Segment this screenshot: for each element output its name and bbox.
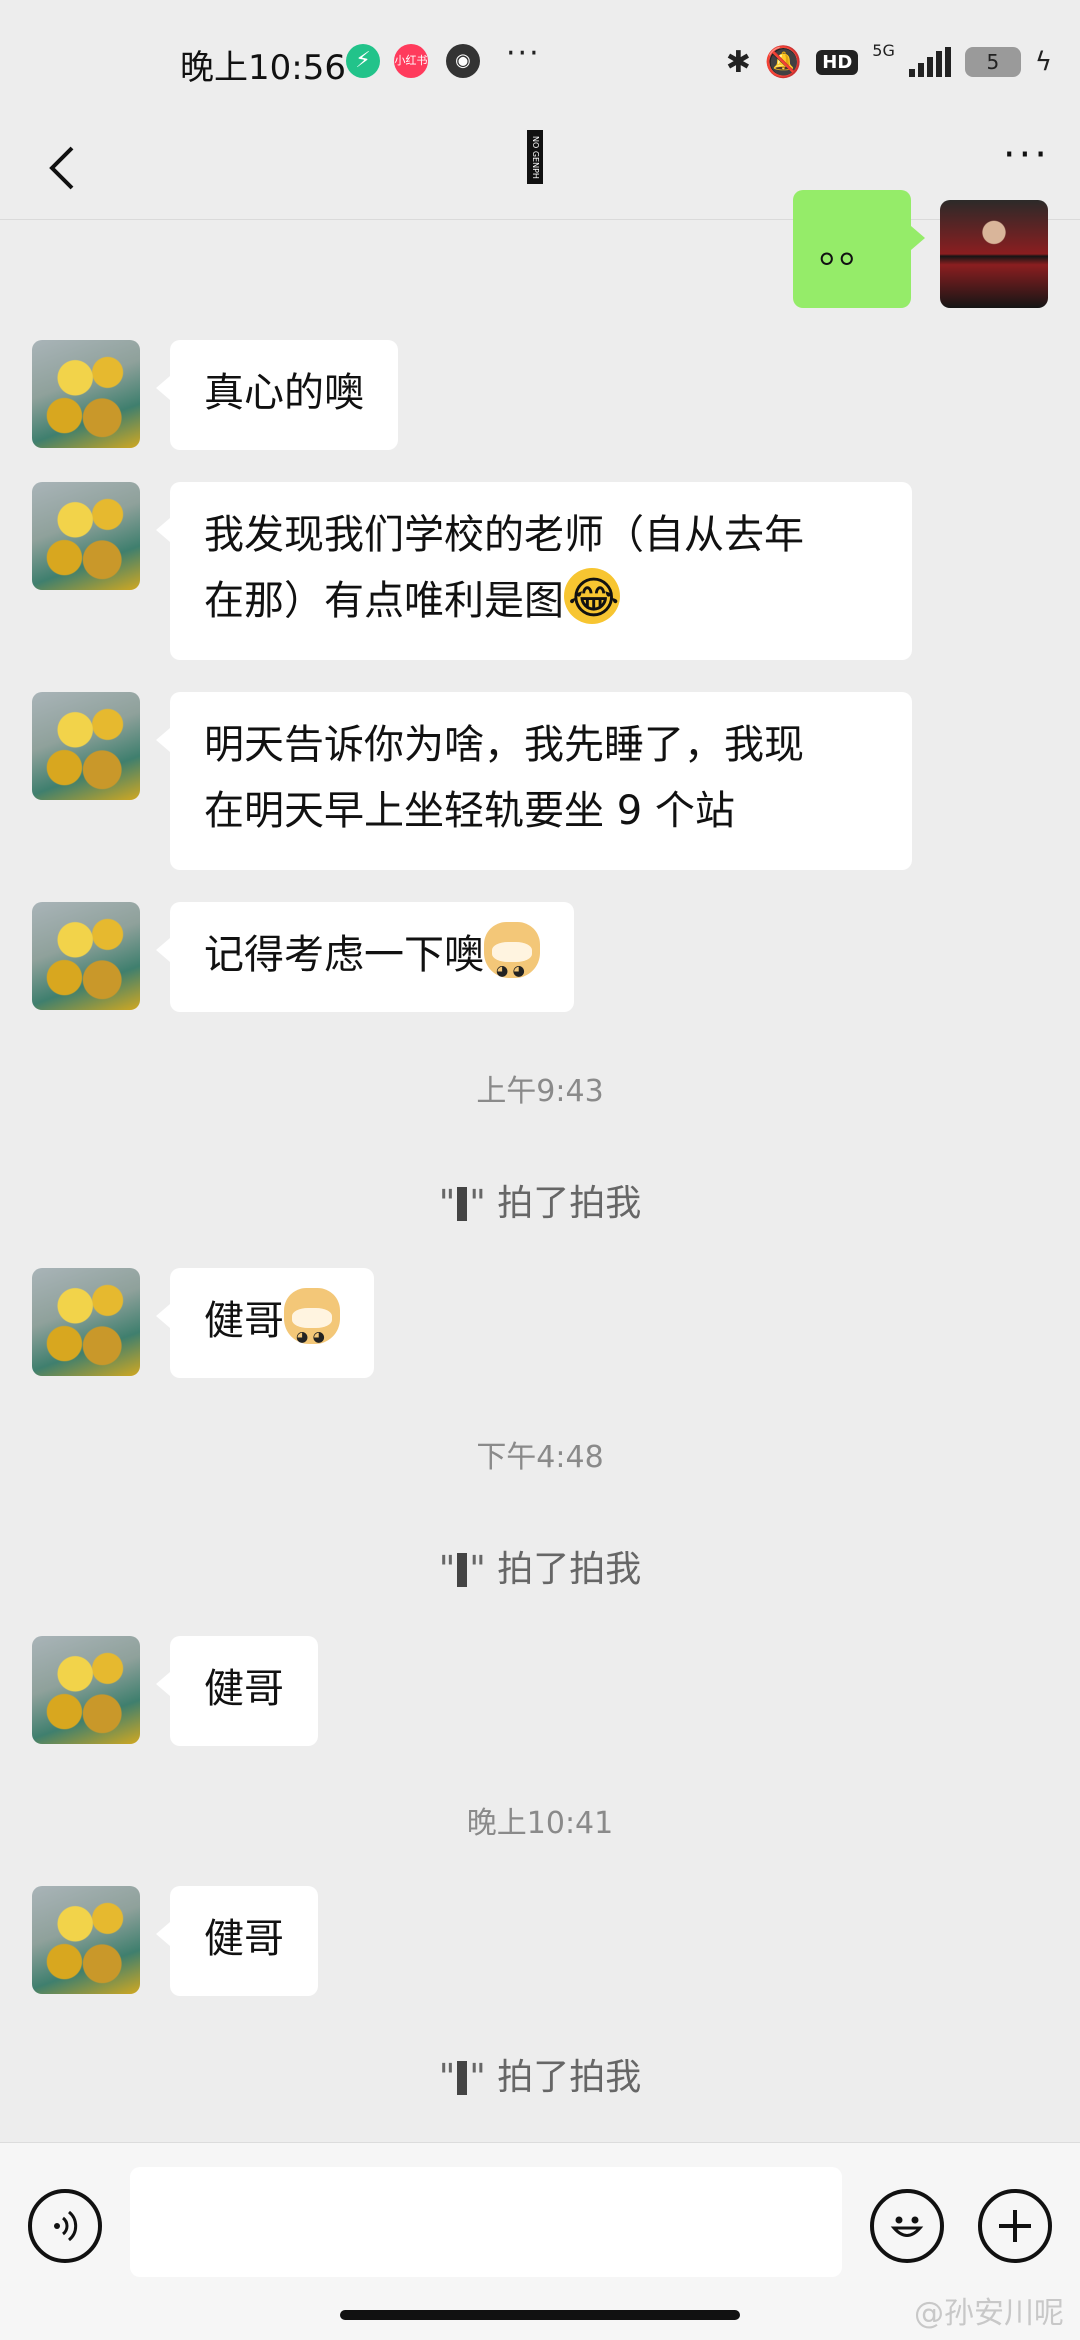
watermark: @孙安川呢 [914,2296,1064,2331]
chat-header: NO GENPH ··· [0,120,1080,220]
voice-icon [54,2210,78,2242]
contact-avatar[interactable] [32,1886,140,1994]
hd-badge: HD [816,49,859,75]
my-avatar[interactable] [940,200,1048,308]
message-bubble-received[interactable]: 明天告诉你为啥，我先睡了，我现 在明天早上坐轻轨要坐 9 个站 [156,692,912,870]
emoji-button[interactable] [870,2189,944,2263]
home-indicator[interactable] [340,2310,740,2320]
message-text-line: 我发现我们学校的老师（自从去年 [204,512,804,558]
message-bubble-received[interactable]: 我发现我们学校的老师（自从去年 在那）有点唯利是图 [156,482,912,660]
message-bubble-sent[interactable]: 。。 [793,190,925,308]
chat-title: NO GENPH [527,130,543,184]
contact-avatar[interactable] [32,340,140,448]
pat-notice: " " 拍了拍我 [438,1549,642,1590]
contact-avatar[interactable] [32,1268,140,1376]
pat-sender-name [457,1187,468,1221]
doge-emoji-icon [284,1288,340,1370]
status-time: 晚上10:56 [180,48,346,88]
message-text: 健哥 [204,1916,284,1962]
bluetooth-icon: ✱ [725,44,751,80]
message-text: 真心的噢 [204,370,364,416]
message-bubble-received[interactable]: 健哥 [156,1886,318,1996]
message-text-line: 明天告诉你为啥，我先睡了，我现 [204,722,804,768]
network-label: 5G [872,40,895,60]
charging-app-icon: ⚡ [346,44,380,78]
message-bubble-received[interactable]: 记得考虑一下噢 [156,902,574,1012]
contact-avatar[interactable] [32,482,140,590]
message-text: 健哥 [204,1298,284,1344]
message-text: 健哥 [204,1666,284,1712]
doge-emoji-icon [484,922,540,1004]
message-text-line: 在那）有点唯利是图 [204,566,878,634]
chevron-left-icon[interactable] [36,138,96,198]
laughing-emoji-icon [564,566,620,632]
add-more-button[interactable] [978,2189,1052,2263]
mute-bell-icon: 🔕 [764,44,803,80]
pat-sender-name [457,1553,468,1587]
timestamp: 晚上10:41 [466,1806,614,1841]
message-input[interactable] [130,2167,842,2277]
contact-avatar[interactable] [32,1636,140,1744]
message-text: 记得考虑一下噢 [204,932,484,978]
message-bubble-received[interactable]: 健哥 [156,1268,374,1378]
charging-bolt-icon: ϟ [1034,47,1052,77]
status-more-icon: ··· [506,36,541,71]
voice-input-button[interactable] [28,2189,102,2263]
xiaohongshu-icon: 小红书 [394,44,428,78]
message-bubble-received[interactable]: 真心的噢 [156,340,398,450]
message-text-line: 在明天早上坐轻轨要坐 9 个站 [204,788,735,834]
status-bar: 晚上10:56 ⚡ 小红书 ◉ ··· ✱ 🔕 HD 5G 5 ϟ [0,0,1080,120]
pat-notice: " " 拍了拍我 [438,2057,642,2098]
robot-app-icon: ◉ [446,44,480,78]
contact-avatar[interactable] [32,902,140,1010]
contact-avatar[interactable] [32,692,140,800]
status-right-group: ✱ 🔕 HD 5G 5 ϟ [726,40,1052,84]
smile-icon [890,2216,924,2237]
timestamp: 下午4:48 [476,1440,604,1475]
signal-icon [908,47,951,77]
more-options-icon[interactable]: ··· [1003,132,1050,178]
message-text: 。。 [819,226,879,272]
pat-sender-name [457,2061,468,2095]
plus-icon [999,2210,1031,2242]
message-bubble-received[interactable]: 健哥 [156,1636,318,1746]
pat-notice: " " 拍了拍我 [438,1183,642,1224]
timestamp: 上午9:43 [476,1074,604,1109]
battery-icon: 5 [964,47,1021,77]
